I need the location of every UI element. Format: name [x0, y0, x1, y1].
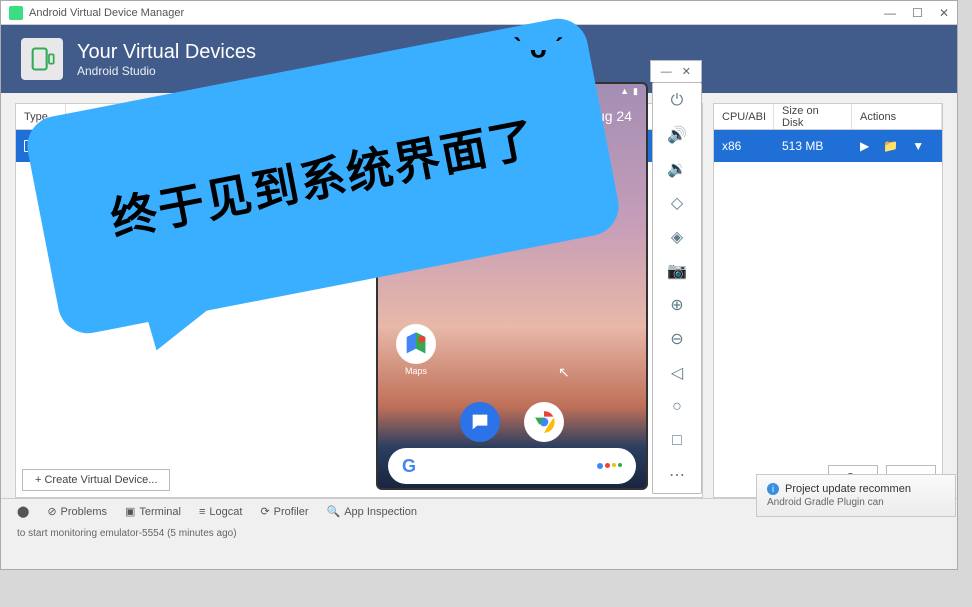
device-details-panel: CPU/ABI Size on Disk Actions x86 513 MB … — [713, 103, 943, 498]
power-icon[interactable]: ⏻ — [667, 91, 687, 111]
messages-app[interactable] — [460, 402, 500, 442]
header-avd-icon — [21, 38, 63, 80]
header-title: Your Virtual Devices — [77, 41, 256, 64]
assistant-icon[interactable] — [597, 463, 622, 469]
notif-title-row: i Project update recommen — [767, 483, 945, 495]
android-studio-icon — [9, 6, 23, 20]
notif-title: Project update recommen — [785, 483, 911, 495]
emu-close-button[interactable]: ✕ — [682, 65, 691, 78]
table-header-right: CPU/ABI Size on Disk Actions — [714, 104, 942, 130]
cpu-abi: x86 — [714, 130, 774, 162]
maps-icon — [396, 324, 436, 364]
signal-icon: ▮ — [633, 86, 638, 98]
col-actions[interactable]: Actions — [852, 104, 942, 129]
col-size[interactable]: Size on Disk — [774, 104, 852, 129]
chevron-down-icon[interactable]: ▼ — [912, 139, 924, 153]
emulator-toolbar: ⏻ 🔊 🔉 ◇ ◈ 📷 ⊕ ⊖ ◁ ○ □ ⋯ — [652, 82, 702, 494]
back-icon[interactable]: ◁ — [667, 363, 687, 383]
volume-down-icon[interactable]: 🔉 — [667, 159, 687, 179]
actions-cell: ▶ 📁 ▼ — [852, 130, 942, 162]
home-dock — [460, 402, 564, 444]
emulator-window-controls: — ✕ — [650, 60, 702, 82]
device-row-right[interactable]: x86 513 MB ▶ 📁 ▼ — [714, 130, 942, 162]
more-icon[interactable]: ⋯ — [667, 465, 687, 485]
chrome-app[interactable] — [524, 402, 564, 442]
status-message: to start monitoring emulator-5554 (5 min… — [1, 524, 957, 542]
create-virtual-device-button[interactable]: + Create Virtual Device... — [22, 469, 170, 491]
zoom-out-icon[interactable]: ⊖ — [667, 329, 687, 349]
play-icon[interactable]: ▶ — [860, 139, 869, 153]
maps-app[interactable]: Maps — [396, 324, 436, 376]
google-g-icon: G — [402, 456, 416, 477]
google-search-bar[interactable]: G — [388, 448, 636, 484]
tab-terminal[interactable]: ▣ Terminal — [125, 505, 181, 518]
maps-label: Maps — [396, 366, 436, 376]
emu-minimize-button[interactable]: — — [661, 66, 672, 78]
wifi-icon: ▲ — [620, 86, 629, 98]
maximize-button[interactable]: ☐ — [912, 6, 923, 20]
home-icon[interactable]: ○ — [667, 397, 687, 417]
camera-icon[interactable]: 📷 — [667, 261, 687, 281]
overview-icon[interactable]: □ — [667, 431, 687, 451]
header-text: Your Virtual Devices Android Studio — [77, 41, 256, 78]
window-controls: — ☐ ✕ — [884, 6, 949, 20]
window-title: Android Virtual Device Manager — [29, 7, 184, 19]
col-cpu[interactable]: CPU/ABI — [714, 104, 774, 129]
close-button[interactable]: ✕ — [939, 6, 949, 20]
update-notification[interactable]: i Project update recommen Android Gradle… — [756, 474, 956, 517]
bubble-text: 终于见到系统界面了 — [105, 102, 542, 249]
window-title-bar: Android Virtual Device Manager — ☐ ✕ — [1, 1, 957, 25]
rotate-left-icon[interactable]: ◇ — [667, 193, 687, 213]
tab-profiler[interactable]: ⟳ Profiler — [260, 505, 308, 518]
tab-app-inspection[interactable]: 🔍 App Inspection — [327, 505, 417, 518]
volume-up-icon[interactable]: 🔊 — [667, 125, 687, 145]
tab-logcat[interactable]: ≡ Logcat — [199, 506, 242, 518]
header-subtitle: Android Studio — [77, 64, 256, 78]
cursor-icon: ↖ — [558, 364, 570, 381]
notif-desc: Android Gradle Plugin can — [767, 497, 945, 508]
stop-icon[interactable]: ⬤ — [17, 505, 29, 518]
minimize-button[interactable]: — — [884, 6, 896, 20]
kaomoji-face: ˋ ᴗ ˊ — [512, 33, 563, 65]
rotate-right-icon[interactable]: ◈ — [667, 227, 687, 247]
zoom-in-icon[interactable]: ⊕ — [667, 295, 687, 315]
info-icon: i — [767, 483, 779, 495]
size-on-disk: 513 MB — [774, 130, 852, 162]
tab-problems[interactable]: ⊘ Problems — [47, 505, 107, 518]
folder-icon[interactable]: 📁 — [883, 139, 898, 153]
